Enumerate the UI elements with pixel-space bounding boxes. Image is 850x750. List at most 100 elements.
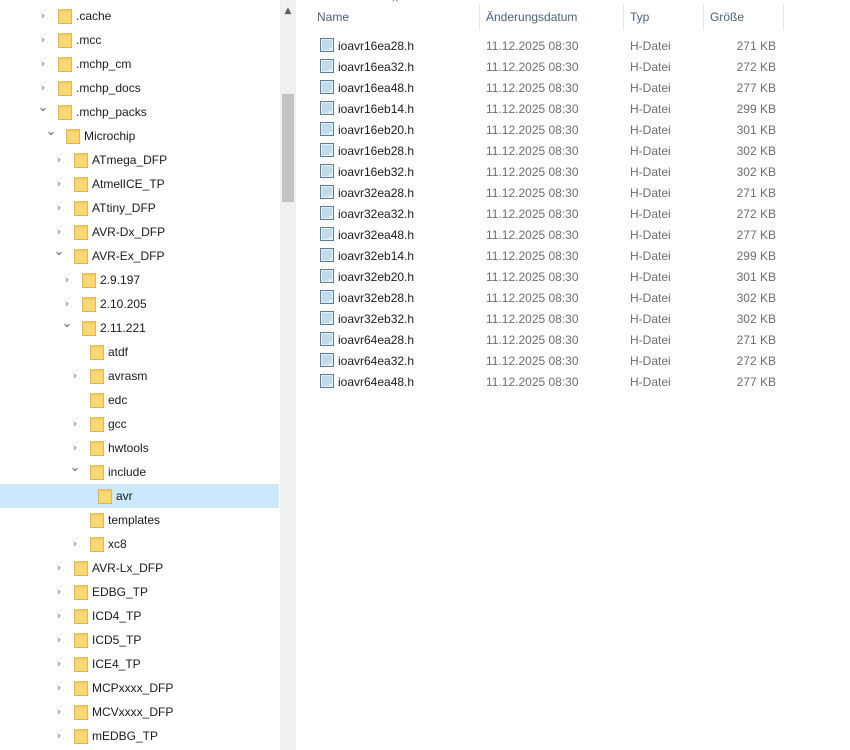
tree-item[interactable]: › ATtiny_DFP [0,196,279,220]
file-row[interactable]: ioavr16ea32.h 11.12.2025 08:30 H-Datei 272 … [296,56,850,77]
tree-item[interactable]: avr [0,484,279,508]
tree-item[interactable]: › AtmelICE_TP [0,172,279,196]
chevron-right-icon[interactable]: › [37,57,49,71]
tree-item-label: ICE4_TP [92,657,141,671]
tree-item[interactable]: › mEDBG_TP [0,724,279,748]
chevron-right-icon[interactable]: › [53,609,65,623]
tree-item[interactable]: › ICD4_TP [0,604,279,628]
tree-item[interactable]: ⌄ Microchip [0,124,279,148]
tree-item[interactable]: ⌄ AVR-Ex_DFP [0,244,279,268]
column-divider[interactable] [479,4,480,30]
scroll-up-arrow-icon[interactable]: ▲ [280,4,296,18]
tree-item[interactable]: › MCVxxxx_DFP [0,700,279,724]
file-row[interactable]: ioavr32ea32.h 11.12.2025 08:30 H-Datei 272 … [296,203,850,224]
file-type: H-Datei [630,249,671,263]
tree-item[interactable]: › gcc [0,412,279,436]
tree-item[interactable]: › 2.9.197 [0,268,279,292]
file-row[interactable]: ioavr16eb28.h 11.12.2025 08:30 H-Datei 302 … [296,140,850,161]
chevron-right-icon[interactable]: › [53,177,65,191]
file-row[interactable]: ioavr32eb14.h 11.12.2025 08:30 H-Datei 299 … [296,245,850,266]
folder-icon [74,152,88,168]
file-row[interactable]: ioavr32eb20.h 11.12.2025 08:30 H-Datei 301 … [296,266,850,287]
file-size: 272 KB [736,354,776,368]
scrollbar-thumb[interactable] [282,94,294,202]
column-header-name[interactable]: Name [317,0,349,34]
tree-item-label: .mchp_cm [76,57,132,71]
tree-item[interactable]: ⌄ .mchp_packs [0,100,279,124]
chevron-right-icon[interactable]: › [69,441,81,455]
navigation-tree[interactable]: › .cache › .mcc › .mchp_cm › .mchp_docs ⌄ .mchp_p… [0,0,280,750]
tree-item[interactable]: ⌄ include [0,460,279,484]
folder-icon [82,272,96,288]
tree-item[interactable]: edc [0,388,279,412]
tree-item[interactable]: › ICE4_TP [0,652,279,676]
tree-item[interactable]: › AVR-Dx_DFP [0,220,279,244]
tree-scrollbar[interactable]: ▲ [280,0,296,750]
chevron-down-icon[interactable]: ⌄ [37,101,49,115]
chevron-right-icon[interactable]: › [53,225,65,239]
file-row[interactable]: ioavr32ea28.h 11.12.2025 08:30 H-Datei 271 … [296,182,850,203]
tree-item[interactable]: › EDBG_TP [0,580,279,604]
chevron-right-icon[interactable]: › [37,9,49,23]
tree-item[interactable]: templates [0,508,279,532]
tree-item[interactable]: › ICD5_TP [0,628,279,652]
file-row[interactable]: ioavr64ea48.h 11.12.2025 08:30 H-Datei 277 … [296,371,850,392]
tree-item-label: MCPxxxx_DFP [92,681,174,695]
chevron-right-icon[interactable]: › [53,153,65,167]
file-row[interactable]: ioavr16eb14.h 11.12.2025 08:30 H-Datei 299 … [296,98,850,119]
column-header-date[interactable]: Änderungsdatum [486,0,577,34]
chevron-right-icon[interactable]: › [53,561,65,575]
chevron-right-icon[interactable]: › [37,33,49,47]
file-row[interactable]: ioavr16eb32.h 11.12.2025 08:30 H-Datei 302 … [296,161,850,182]
column-divider[interactable] [623,4,624,30]
chevron-down-icon[interactable]: ⌄ [61,317,73,331]
chevron-down-icon[interactable]: ⌄ [45,125,57,139]
tree-item[interactable]: ⌄ 2.11.221 [0,316,279,340]
tree-item[interactable]: › 2.10.205 [0,292,279,316]
chevron-right-icon[interactable]: › [61,273,73,287]
chevron-right-icon[interactable]: › [37,81,49,95]
tree-item[interactable]: atdf [0,340,279,364]
chevron-right-icon[interactable]: › [53,729,65,743]
file-row[interactable]: ioavr16ea28.h 11.12.2025 08:30 H-Datei 271 … [296,35,850,56]
file-row[interactable]: ioavr64ea32.h 11.12.2025 08:30 H-Datei 272 … [296,350,850,371]
chevron-down-icon[interactable]: ⌄ [53,245,65,259]
chevron-down-icon[interactable]: ⌄ [69,461,81,475]
file-row[interactable]: ioavr32eb28.h 11.12.2025 08:30 H-Datei 302 … [296,287,850,308]
column-divider[interactable] [703,4,704,30]
chevron-right-icon[interactable]: › [53,705,65,719]
chevron-right-icon[interactable]: › [53,681,65,695]
file-row[interactable]: ioavr32eb32.h 11.12.2025 08:30 H-Datei 302 … [296,308,850,329]
file-date: 11.12.2025 08:30 [486,249,579,263]
tree-item[interactable]: › .mchp_cm [0,52,279,76]
tree-item[interactable]: › hwtools [0,436,279,460]
chevron-right-icon[interactable]: › [53,657,65,671]
file-type: H-Datei [630,375,671,389]
tree-item[interactable]: › ATmega_DFP [0,148,279,172]
header-file-icon [319,100,335,116]
column-header-size[interactable]: Größe [710,0,744,34]
file-row[interactable]: ioavr32ea48.h 11.12.2025 08:30 H-Datei 277 … [296,224,850,245]
file-row[interactable]: ioavr64ea28.h 11.12.2025 08:30 H-Datei 271 … [296,329,850,350]
tree-item-label: ICD4_TP [92,609,142,623]
sort-ascending-icon: ^ [391,0,400,9]
chevron-right-icon[interactable]: › [69,369,81,383]
tree-item[interactable]: › .cache [0,4,279,28]
column-divider[interactable] [783,4,784,30]
tree-item[interactable]: › .mcc [0,28,279,52]
tree-item[interactable]: › xc8 [0,532,279,556]
file-date: 11.12.2025 08:30 [486,333,579,347]
tree-item[interactable]: › avrasm [0,364,279,388]
chevron-right-icon[interactable]: › [53,633,65,647]
chevron-right-icon[interactable]: › [69,417,81,431]
chevron-right-icon[interactable]: › [53,585,65,599]
column-header-type[interactable]: Typ [630,0,649,34]
tree-item[interactable]: › MCPxxxx_DFP [0,676,279,700]
file-row[interactable]: ioavr16eb20.h 11.12.2025 08:30 H-Datei 301 … [296,119,850,140]
chevron-right-icon[interactable]: › [53,201,65,215]
chevron-right-icon[interactable]: › [61,297,73,311]
tree-item[interactable]: › AVR-Lx_DFP [0,556,279,580]
file-row[interactable]: ioavr16ea48.h 11.12.2025 08:30 H-Datei 277 … [296,77,850,98]
chevron-right-icon[interactable]: › [69,537,81,551]
tree-item[interactable]: › .mchp_docs [0,76,279,100]
